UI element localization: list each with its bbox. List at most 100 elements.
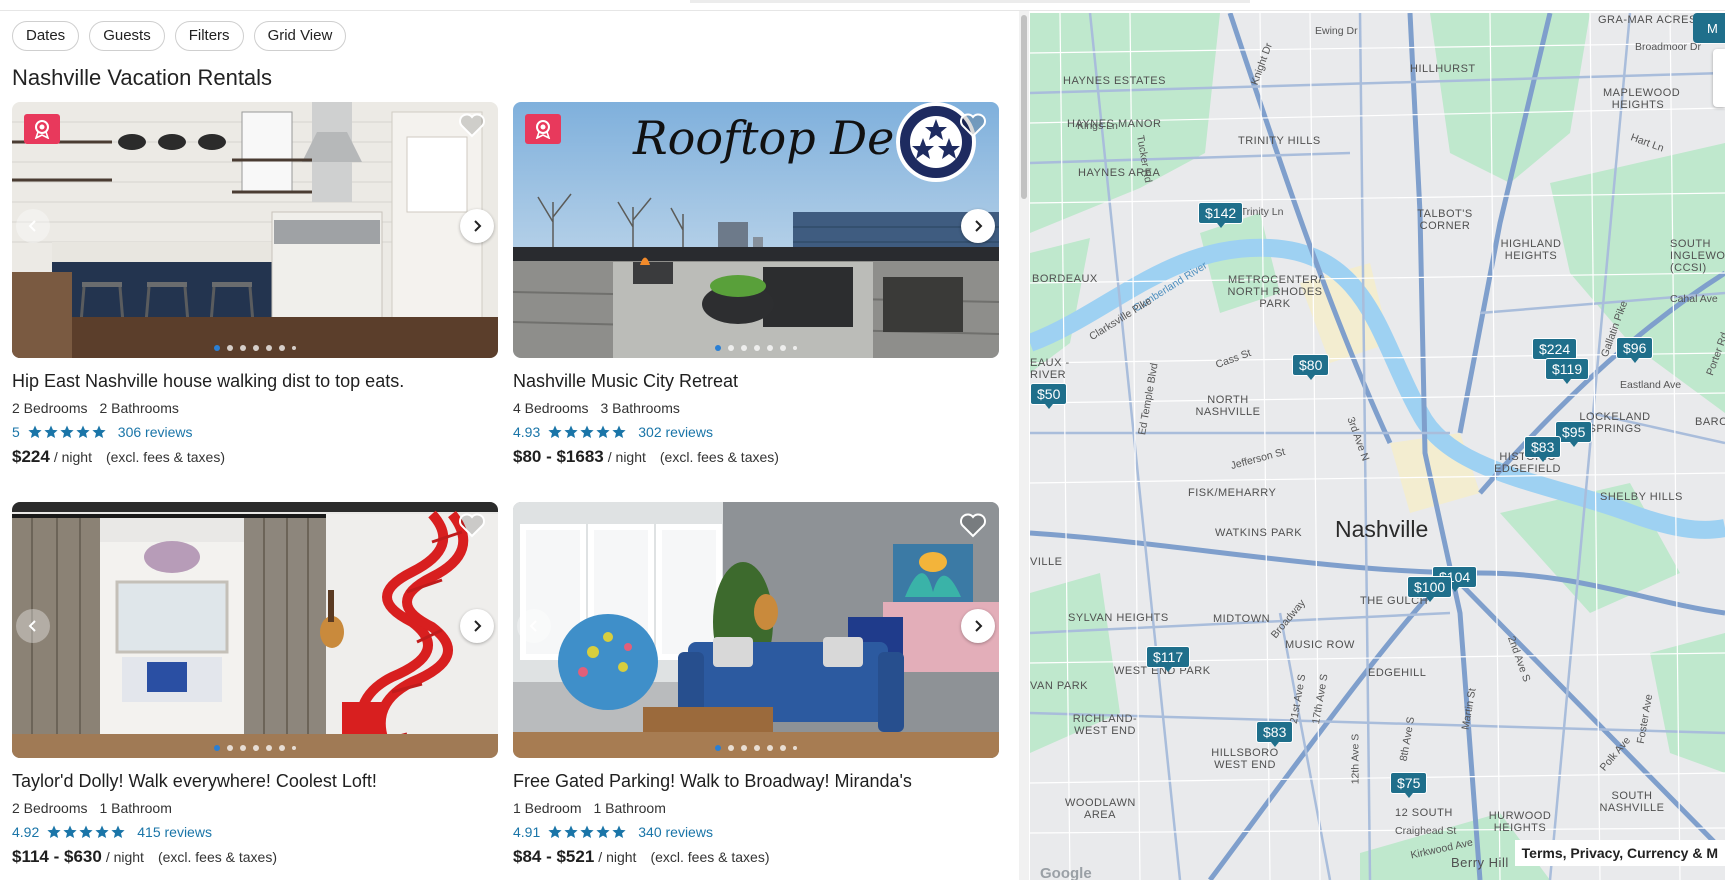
reviews-link[interactable]: 415 reviews (137, 824, 212, 840)
listing-photo[interactable]: Rooftop Deck (513, 102, 999, 358)
grid-view-button[interactable]: Grid View (253, 21, 347, 51)
rating-score: 4.92 (12, 824, 40, 840)
price-note: (excl. fees & taxes) (157, 849, 277, 865)
reviews-link[interactable]: 302 reviews (638, 424, 713, 440)
listing-photo[interactable] (12, 102, 498, 358)
price-per-night: / night (53, 449, 92, 465)
listing-rating: 4.91 340 reviews (513, 824, 999, 840)
map-area-label: FISK/MEHARRY (1188, 487, 1277, 499)
map-area-label: GRA-MAR ACRES (1598, 14, 1697, 26)
top-border (0, 0, 1725, 11)
price-note: (excl. fees & taxes) (650, 849, 770, 865)
listing-card[interactable]: Free Gated Parking! Walk to Broadway! Mi… (513, 502, 999, 867)
map-control-button[interactable]: M (1693, 13, 1725, 43)
price-amount: $80 - $1683 (513, 447, 604, 466)
scrollbar-thumb[interactable] (1021, 15, 1027, 199)
price-amount: $224 (12, 447, 50, 466)
listing-card[interactable]: Taylor'd Dolly! Walk everywhere! Coolest… (12, 502, 498, 867)
map-panel[interactable]: HAYNES ESTATES HAYNES MANOR HAYNES AREA … (1030, 13, 1725, 880)
map-area-label: VAN PARK (1030, 680, 1088, 692)
map-city-label: Nashville (1335, 516, 1429, 542)
next-photo-button[interactable] (961, 209, 995, 243)
listing-price: $84 - $521/ night (excl. fees & taxes) (513, 847, 999, 867)
map-area-label: VILLE (1030, 556, 1063, 568)
map-price-pin[interactable]: $119 (1545, 358, 1590, 384)
photo-carousel-dots (214, 345, 296, 351)
map-price-pin[interactable]: $80 (1292, 354, 1330, 380)
listing-title[interactable]: Hip East Nashville house walking dist to… (12, 371, 498, 392)
living-room-photo (513, 502, 999, 758)
listing-card[interactable]: Rooftop Deck Nashville Music City Retrea… (513, 102, 999, 467)
chevron-right-icon (975, 620, 983, 632)
favorite-heart-icon[interactable] (458, 112, 486, 138)
map-price-pin[interactable]: $83 (1524, 436, 1562, 462)
google-logo: Google (1040, 865, 1092, 880)
listing-photo[interactable] (12, 502, 498, 758)
map-price-pin[interactable]: $142 (1198, 202, 1244, 228)
kitchen-photo (12, 102, 498, 358)
listing-title[interactable]: Nashville Music City Retreat (513, 371, 999, 392)
rating-score: 4.93 (513, 424, 541, 440)
map-price-pin[interactable]: $100 (1407, 576, 1453, 602)
bedrooms-count: 4 Bedrooms (513, 400, 589, 416)
price-per-night: / night (598, 849, 637, 865)
map-area-label: SOUTH NASHVILLE (1599, 790, 1665, 814)
award-badge-icon (24, 114, 60, 144)
map-price-pin[interactable]: $83 (1256, 721, 1294, 747)
map-price-pin[interactable]: $50 (1030, 383, 1068, 409)
listing-title[interactable]: Free Gated Parking! Walk to Broadway! Mi… (513, 771, 999, 792)
next-photo-button[interactable] (460, 209, 494, 243)
listing-price: $114 - $630/ night (excl. fees & taxes) (12, 847, 498, 867)
terms-link[interactable]: Terms, Privacy, Currency & M (1514, 840, 1725, 866)
guests-filter-button[interactable]: Guests (89, 21, 165, 51)
filters-button[interactable]: Filters (174, 21, 244, 51)
listing-photo[interactable] (513, 502, 999, 758)
bathrooms-count: 1 Bathroom (593, 800, 666, 816)
price-note: (excl. fees & taxes) (105, 449, 226, 465)
rating-score: 5 (12, 424, 20, 440)
map-street-label: Kings Ln (1077, 120, 1118, 132)
previous-photo-button[interactable] (16, 209, 50, 243)
dates-filter-button[interactable]: Dates (12, 21, 80, 51)
map-area-label: SHELBY HILLS (1600, 491, 1683, 503)
chevron-left-icon (28, 220, 36, 232)
map-area-label: MUSIC ROW (1285, 639, 1355, 651)
map-area-label: HILLSBORO WEST END (1211, 747, 1279, 771)
favorite-heart-icon[interactable] (458, 512, 486, 538)
next-photo-button[interactable] (961, 609, 995, 643)
map-price-pin[interactable]: $224 (1532, 338, 1578, 364)
reviews-link[interactable]: 340 reviews (638, 824, 713, 840)
map-area-label: TRINITY HILLS (1238, 135, 1321, 147)
map-area-label: NORTH NASHVILLE (1195, 394, 1261, 418)
star-rating-icon (28, 425, 106, 439)
previous-photo-button[interactable] (16, 609, 50, 643)
map-street-label: Craighead St (1395, 825, 1457, 837)
map-street-label: 12th Ave S (1349, 733, 1362, 785)
chevron-right-icon (474, 620, 482, 632)
favorite-heart-icon[interactable] (959, 112, 987, 138)
bathrooms-count: 1 Bathroom (99, 800, 172, 816)
map-price-pin[interactable]: $75 (1390, 772, 1428, 798)
map-zoom-control[interactable] (1713, 49, 1725, 107)
map-price-pin[interactable]: $96 (1616, 337, 1654, 363)
map-area-label: SOUTH INGLEWOOD (CCSI) (1670, 238, 1725, 274)
listing-rating: 4.93 302 reviews (513, 424, 999, 440)
reviews-link[interactable]: 306 reviews (118, 424, 193, 440)
rooftop-deck-photo: Rooftop Deck (513, 102, 999, 358)
map-area-label: MAPLEWOOD HEIGHTS (1603, 87, 1681, 111)
map-area-label: BORDEAUX (1032, 273, 1098, 285)
listing-specs: 2 Bedrooms 1 Bathroom (12, 800, 498, 816)
favorite-heart-icon[interactable] (959, 512, 987, 538)
map-price-pin[interactable]: $117 (1146, 646, 1191, 672)
results-scrollbar[interactable] (1019, 11, 1029, 880)
next-photo-button[interactable] (460, 609, 494, 643)
listing-card[interactable]: Hip East Nashville house walking dist to… (12, 102, 498, 467)
photo-carousel-dots (715, 745, 797, 751)
previous-photo-button[interactable] (517, 609, 551, 643)
map-area-label: HIGHLAND HEIGHTS (1500, 238, 1562, 262)
award-badge-icon (525, 114, 561, 144)
map-street-label: Broadmoor Dr (1635, 41, 1701, 53)
listing-title[interactable]: Taylor'd Dolly! Walk everywhere! Coolest… (12, 771, 498, 792)
bathrooms-count: 3 Bathrooms (600, 400, 680, 416)
page-title: Nashville Vacation Rentals (12, 65, 273, 90)
